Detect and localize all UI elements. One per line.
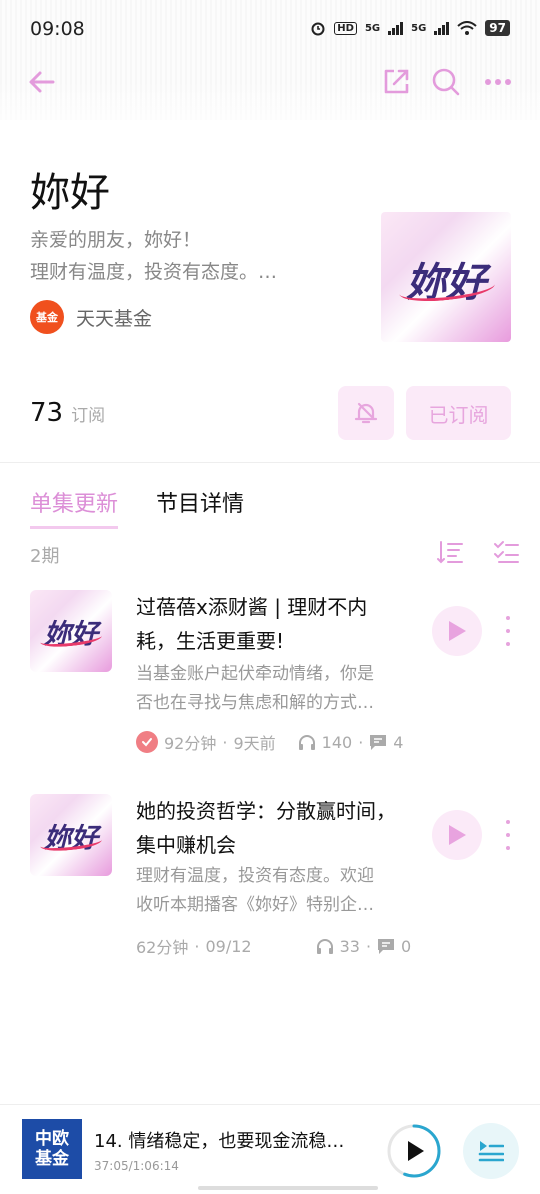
episode-comments: 0 [401,936,412,956]
episode-comments: 4 [393,732,404,752]
batch-select-button[interactable] [492,538,520,566]
episode-meta: 62分钟 · 09/12 33 · 0 [136,934,411,958]
podcast-cover: 妳好 [381,212,511,342]
home-indicator[interactable] [198,1186,378,1190]
wifi-icon [457,21,477,35]
comment-icon [370,735,387,750]
episode-play-button[interactable] [432,606,482,656]
network-label-2: 5G [411,22,427,34]
status-icons: HD 5G 5G 97 [310,20,510,36]
mini-player[interactable]: 中欧 基金 14. 情绪稳定，也要现金流稳… 37:05/1:06:14 [0,1104,540,1194]
subscriber-count: 73 [30,398,64,428]
episode-duration: 92分钟 [164,734,217,753]
podcast-title: 妳好 [30,170,110,216]
episode-play-button[interactable] [432,810,482,860]
player-progress-text: 37:05/1:06:14 [94,1159,179,1173]
player-cover-line-1: 中欧 [35,1129,69,1149]
episode-duration: 62分钟 [136,938,189,957]
subscriber-label: 订阅 [71,406,106,426]
back-button[interactable] [24,64,60,100]
episode-date: 09/12 [205,936,252,956]
notification-button[interactable] [338,386,394,440]
episode-plays: 140 [321,732,353,752]
play-icon [449,825,466,845]
author-avatar: 基金 [30,300,64,334]
episode-plays: 33 [339,936,360,956]
episode-date: 9天前 [233,734,276,753]
episode-meta: 92分钟 · 9天前 140 · 4 [136,730,403,754]
status-bar: 09:08 HD 5G 5G 97 [0,0,540,58]
podcast-description-line-2: 理财有温度，投资有态度。… [30,261,278,283]
top-toolbar [0,58,540,108]
episode-description: 理财有温度，投资有态度。欢迎 收听本期播客《妳好》特别企… [136,862,416,920]
playlist-icon [478,1141,504,1162]
episode-cover: 妳好 [30,794,112,876]
meta-dot: · [194,936,200,956]
author-link[interactable]: 基金 天天基金 [30,300,152,334]
meta-dot: · [365,936,372,956]
episode-more-button[interactable] [502,616,514,646]
section-divider [0,462,540,463]
episode-title[interactable]: 她的投资哲学：分散赢时间，集中赚机会 [136,794,406,862]
podcast-description-line-1: 亲爱的朋友，妳好！ [30,229,202,251]
author-name: 天天基金 [76,307,153,330]
comment-icon [378,939,395,954]
search-icon [432,68,460,96]
episode-item[interactable]: 妳好 过蓓蓓x添财酱 | 理财不内耗，生活更重要! 当基金账户起伏牵动情绪，你是… [30,590,520,760]
progress-ring [387,1124,441,1178]
more-icon [485,79,511,85]
player-play-button[interactable] [386,1123,442,1179]
search-button[interactable] [428,64,464,100]
episode-description-line-1: 当基金账户起伏牵动情绪，你是 [136,664,374,684]
played-check-icon [136,731,158,753]
share-button[interactable] [378,64,414,100]
alarm-icon [311,22,325,36]
play-icon [449,621,466,641]
tab-details[interactable]: 节目详情 [156,486,244,529]
headphones-icon [316,939,333,954]
checklist-icon [494,541,519,563]
more-button[interactable] [480,64,516,100]
sort-button[interactable] [436,538,464,566]
tab-bar: 单集更新 节目详情 [30,486,244,529]
network-label-1: 5G [364,22,381,34]
player-title: 14. 情绪稳定，也要现金流稳… [94,1131,345,1152]
episode-count: 2期 [30,546,60,567]
episode-description: 当基金账户起伏牵动情绪，你是 否也在寻找与焦虑和解的方式… [136,660,416,718]
meta-dot: · [222,732,228,752]
subscribed-button[interactable]: 已订阅 [406,386,511,440]
episode-description-line-1: 理财有温度，投资有态度。欢迎 [136,866,374,886]
player-cover-line-2: 基金 [35,1149,69,1169]
episode-cover: 妳好 [30,590,112,672]
episode-more-button[interactable] [502,820,514,850]
bell-icon [354,402,378,424]
episode-title[interactable]: 过蓓蓓x添财酱 | 理财不内耗，生活更重要! [136,590,406,658]
status-time: 09:08 [30,18,85,40]
hd-badge: HD [334,21,357,35]
headphones-icon [298,735,315,750]
episode-item[interactable]: 妳好 她的投资哲学：分散赢时间，集中赚机会 理财有温度，投资有态度。欢迎 收听本… [30,794,520,964]
episode-description-line-2: 收听本期播客《妳好》特别企… [136,895,374,915]
subscriber-stats: 73 订阅 [30,398,105,428]
signal-icon-2 [434,21,450,35]
signal-icon-1 [388,21,404,35]
player-cover: 中欧 基金 [22,1119,82,1179]
episode-description-line-2: 否也在寻找与焦虑和解的方式… [136,693,374,713]
meta-dot: · [358,732,364,752]
playlist-button[interactable] [463,1123,519,1179]
arrow-left-icon [29,71,55,93]
tab-episodes[interactable]: 单集更新 [30,486,119,529]
battery-indicator: 97 [485,20,510,36]
share-icon [384,69,409,94]
podcast-description[interactable]: 亲爱的朋友，妳好！ 理财有温度，投资有态度。… [30,224,320,288]
sort-icon [437,541,463,564]
